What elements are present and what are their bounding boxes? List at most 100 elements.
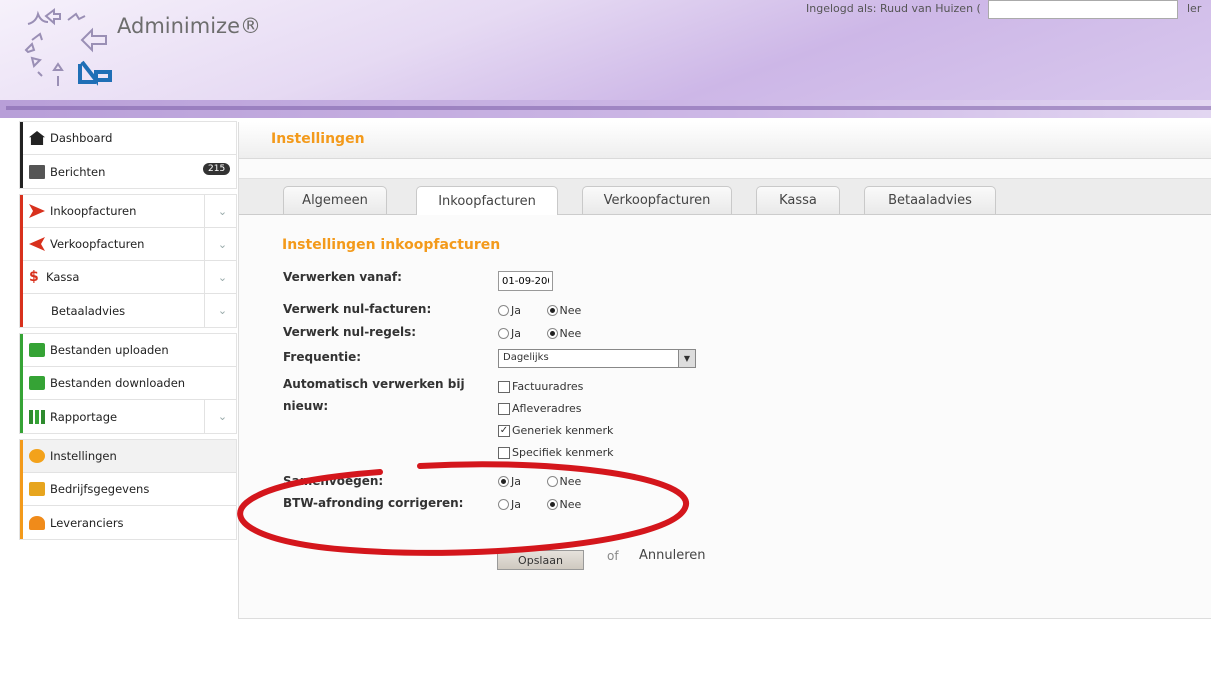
frequentie-label: Frequentie:	[283, 350, 362, 364]
arrow-left-icon	[29, 237, 45, 251]
nul-regels-nee-radio[interactable]	[546, 327, 558, 339]
samenvoegen-label: Samenvoegen:	[283, 474, 384, 488]
sidebar-item-verkoopfacturen[interactable]: Verkoopfacturen ⌄	[23, 228, 236, 261]
chevron-down-icon[interactable]: ⌄	[204, 228, 240, 261]
logged-in-label: Ingelogd als: Ruud van Huizen (	[806, 2, 981, 15]
auto-verwerken-checkbox-group: Factuuradres Afleveradres ✓ Generiek kenm…	[498, 380, 614, 468]
samenvoegen-radio-group: Ja Nee	[498, 474, 603, 488]
verwerken-vanaf-label: Verwerken vanaf:	[283, 270, 402, 284]
checkbox-label: Afleveradres	[512, 402, 582, 415]
sidebar-item-label: Leveranciers	[50, 515, 124, 530]
sidebar-item-label: Bestanden downloaden	[50, 376, 186, 390]
chevron-down-icon[interactable]: ⌄	[204, 261, 240, 294]
nul-regels-radio-group: Ja Nee	[498, 326, 603, 340]
or-text: of	[607, 549, 619, 563]
samenvoegen-nee-radio[interactable]	[546, 475, 558, 487]
building-icon	[29, 482, 45, 496]
nul-regels-ja-radio[interactable]	[498, 327, 509, 339]
chevron-down-icon[interactable]: ⌄	[204, 400, 240, 433]
nav-group-settings: Instellingen Bedrijfsgegevens Leverancie…	[20, 440, 253, 539]
checkbox-label: Factuuradres	[512, 380, 584, 393]
sidebar-item-label: Betaaladvies	[51, 303, 126, 318]
upload-icon	[29, 343, 45, 357]
btw-afronding-radio-group: Ja Nee	[498, 497, 603, 511]
people-icon	[29, 515, 45, 530]
sidebar-item-label: Inkoopfacturen	[50, 204, 137, 218]
checkbox-row: Factuuradres	[498, 380, 614, 402]
nav-group-main: Dashboard Berichten 215	[20, 122, 236, 188]
afleveradres-checkbox[interactable]	[498, 403, 510, 415]
content-title-bar	[239, 122, 1211, 159]
btw-ja-radio[interactable]	[498, 498, 509, 510]
frequentie-value: Dagelijks	[503, 352, 549, 363]
tab-algemeen[interactable]: Algemeen	[283, 186, 387, 214]
radio-label: Nee	[559, 303, 582, 317]
btw-afronding-label: BTW-afronding corrigeren:	[283, 496, 464, 510]
factuuradres-checkbox[interactable]	[498, 381, 510, 393]
nul-facturen-nee-radio[interactable]	[546, 304, 558, 316]
sidebar-item-rapportage[interactable]: Rapportage ⌄	[23, 400, 236, 433]
tab-betaaladvies[interactable]: Betaaladvies	[864, 186, 996, 214]
radio-label: Ja	[511, 326, 521, 340]
app-header: Adminimize® Ingelogd als: Ruud van Huize…	[0, 0, 1211, 118]
nul-regels-label: Verwerk nul-regels:	[283, 325, 417, 339]
generiek-kenmerk-checkbox[interactable]: ✓	[498, 425, 510, 437]
nav-group-facturen: Inkoopfacturen ⌄ Verkoopfacturen ⌄ $ Kas…	[20, 195, 236, 327]
sidebar-item-label: Bedrijfsgegevens	[50, 482, 150, 496]
sidebar-item-dashboard[interactable]: Dashboard	[23, 122, 236, 155]
tab-inkoopfacturen[interactable]: Inkoopfacturen	[416, 186, 558, 215]
chevron-down-icon[interactable]: ⌄	[204, 195, 240, 228]
sidebar-item-betaaladvies[interactable]: Betaaladvies ⌄	[23, 294, 236, 327]
sidebar-item-kassa[interactable]: $ Kassa ⌄	[23, 261, 236, 294]
sidebar-nav: Dashboard Berichten 215 Inkoopfacturen ⌄…	[20, 122, 253, 546]
sidebar-item-label: Bestanden uploaden	[50, 343, 169, 357]
section-title: Instellingen inkoopfacturen	[282, 237, 501, 253]
save-button[interactable]: Opslaan	[497, 550, 584, 570]
chevron-down-icon[interactable]: ⌄	[204, 294, 240, 327]
frequentie-select[interactable]: Dagelijks ▼	[498, 349, 696, 368]
dropdown-arrow-icon[interactable]: ▼	[678, 350, 695, 367]
sidebar-item-label: Rapportage	[50, 409, 118, 424]
specifiek-kenmerk-checkbox[interactable]	[498, 447, 510, 459]
checkbox-row: ✓ Generiek kenmerk	[498, 424, 614, 446]
sidebar-item-bedrijfsgegevens[interactable]: Bedrijfsgegevens	[23, 473, 236, 506]
sidebar-item-label: Berichten	[50, 164, 106, 179]
auto-verwerken-label-2: nieuw:	[283, 399, 329, 413]
samenvoegen-ja-radio[interactable]	[498, 475, 509, 487]
bar-chart-icon	[29, 409, 45, 424]
download-icon	[29, 376, 45, 390]
radio-label: Ja	[511, 474, 521, 488]
nav-group-bestanden: Bestanden uploaden Bestanden downloaden …	[20, 334, 236, 433]
nul-facturen-radio-group: Ja Nee	[498, 303, 603, 317]
verwerken-vanaf-input[interactable]	[498, 271, 553, 291]
house-icon	[29, 131, 45, 145]
logo-arrows-icon	[24, 8, 112, 86]
sidebar-item-berichten[interactable]: Berichten 215	[23, 155, 236, 188]
page-title: Instellingen	[271, 131, 365, 147]
sidebar-item-bestanden-uploaden[interactable]: Bestanden uploaden	[23, 334, 236, 367]
radio-label: Ja	[511, 497, 521, 511]
checkbox-label: Specifiek kenmerk	[512, 446, 614, 459]
gear-icon	[29, 449, 45, 463]
radio-label: Nee	[559, 497, 582, 511]
radio-label: Ja	[511, 303, 521, 317]
arrow-right-icon	[29, 204, 45, 218]
cancel-link[interactable]: Annuleren	[639, 548, 706, 563]
main-content: Instellingen Algemeen Inkoopfacturen Ver…	[238, 122, 1211, 619]
sidebar-item-leveranciers[interactable]: Leveranciers	[23, 506, 236, 539]
envelope-icon	[29, 164, 45, 179]
tab-verkoopfacturen[interactable]: Verkoopfacturen	[582, 186, 732, 214]
header-search-input[interactable]	[988, 0, 1178, 19]
radio-label: Nee	[559, 474, 582, 488]
sidebar-item-instellingen[interactable]: Instellingen	[23, 440, 253, 474]
tab-kassa[interactable]: Kassa	[756, 186, 840, 214]
sidebar-item-inkoopfacturen[interactable]: Inkoopfacturen ⌄	[23, 195, 236, 228]
sidebar-item-label: Dashboard	[50, 131, 113, 145]
checkbox-row: Specifiek kenmerk	[498, 446, 614, 468]
btw-nee-radio[interactable]	[546, 498, 558, 510]
sidebar-item-label: Instellingen	[50, 449, 117, 463]
checkbox-row: Afleveradres	[498, 402, 614, 424]
sidebar-item-bestanden-downloaden[interactable]: Bestanden downloaden	[23, 367, 236, 400]
nul-facturen-ja-radio[interactable]	[498, 304, 509, 316]
radio-label: Nee	[559, 326, 582, 340]
